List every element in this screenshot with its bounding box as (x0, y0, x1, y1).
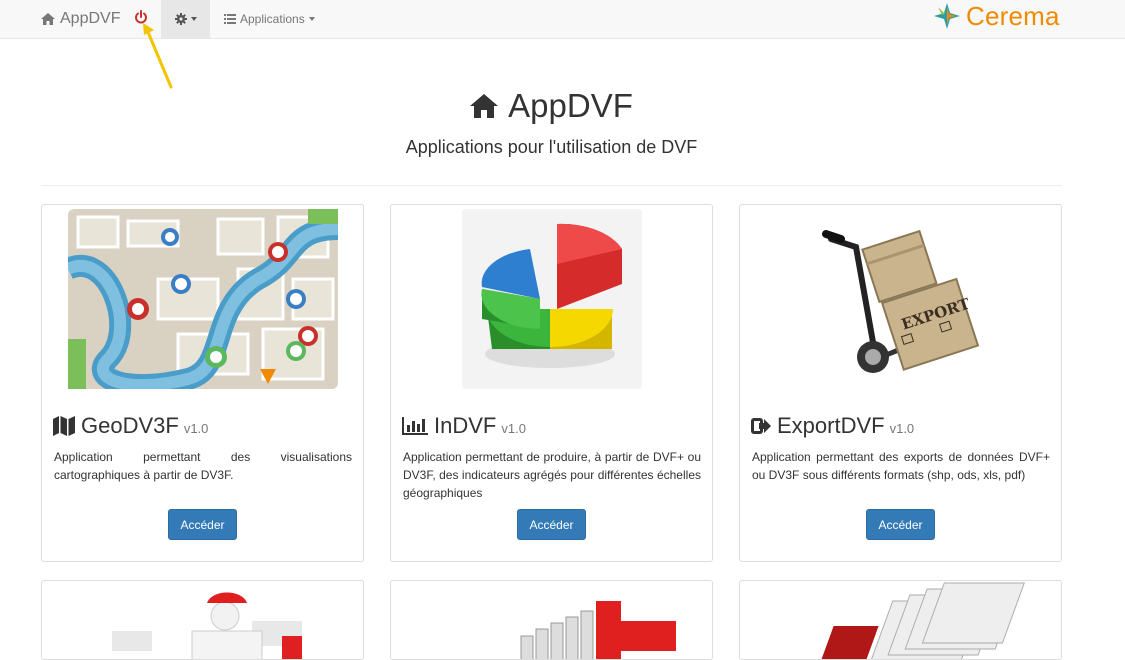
card-description: Application permettant des exports de do… (752, 450, 1050, 482)
card-thumbnail (520, 601, 676, 659)
card-title-text: InDVF (434, 413, 497, 438)
brand-label: AppDVF (60, 10, 121, 27)
version-label: v1.0 (501, 421, 526, 436)
app-card-row2-1 (41, 580, 364, 660)
brand-link[interactable]: AppDVF (41, 0, 120, 38)
card-title-text: GeoDV3F (81, 413, 179, 438)
card-thumbnail (820, 582, 1025, 659)
version-label: v1.0 (889, 421, 915, 436)
bar-chart-icon (402, 417, 428, 435)
access-button-exportdvf[interactable]: Accéder (866, 509, 935, 540)
access-button-indvf[interactable]: Accéder (517, 509, 586, 540)
list-icon (224, 14, 236, 24)
card-title-text: ExportDVF (777, 413, 885, 438)
chevron-down-icon (308, 17, 315, 21)
hand-truck-illustration: EXPORT (820, 209, 981, 389)
page-title-text: AppDVF (508, 87, 633, 124)
home-icon (41, 13, 55, 25)
card-thumbnail (391, 209, 712, 389)
export-icon (751, 418, 771, 434)
applications-label: Applications (240, 12, 305, 26)
chevron-down-icon (190, 17, 197, 21)
app-card-indvf: InDVF v1.0 Application permettant de pro… (390, 204, 713, 562)
app-card-exportdvf: EXPORT ExportDVF v1.0 Application permet… (739, 204, 1062, 562)
logo-text: Cerema (966, 0, 1060, 31)
card-title: GeoDV3F v1.0 (53, 413, 208, 439)
card-thumbnail: EXPORT (740, 209, 1061, 389)
applications-dropdown[interactable]: Applications (224, 0, 315, 38)
home-icon (470, 94, 499, 118)
cerema-logo-mark (934, 3, 960, 29)
card-title: InDVF v1.0 (402, 413, 526, 439)
app-card-row2-3 (739, 580, 1062, 660)
access-button-geodv3f[interactable]: Accéder (168, 509, 237, 540)
map-icon (53, 416, 75, 436)
cerema-logo[interactable]: Cerema (932, 0, 1060, 32)
card-thumbnail (112, 592, 302, 659)
page-title: AppDVF (0, 87, 1103, 125)
version-label: v1.0 (183, 421, 209, 436)
pie-chart-illustration (461, 209, 642, 389)
card-description: Application permettant de produire, à pa… (403, 450, 701, 500)
app-card-geodv3f: GeoDV3F v1.0 Application permettant des … (41, 204, 364, 562)
card-thumbnail (42, 209, 363, 389)
card-title: ExportDVF v1.0 (751, 413, 914, 439)
page-subtitle: Applications pour l'utilisation de DVF (405, 137, 698, 157)
card-description: Application permettant des visualisation… (54, 450, 352, 482)
annotation-arrow (143, 23, 173, 89)
divider (41, 185, 1062, 186)
app-card-row2-2 (390, 580, 713, 660)
city-map-illustration (67, 209, 338, 389)
